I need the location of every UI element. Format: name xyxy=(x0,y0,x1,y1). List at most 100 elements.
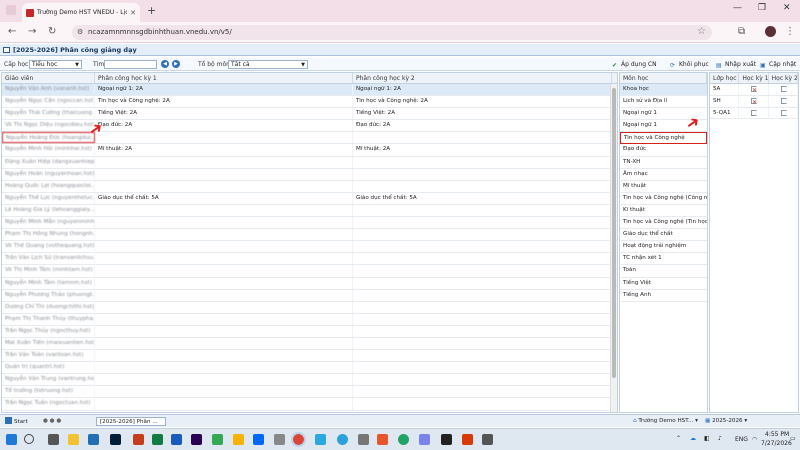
hk2-assignment-cell[interactable]: Giáo dục thể chất: 5A xyxy=(353,192,612,204)
table-row[interactable]: Võ Thế Quang (vothequang.hst) xyxy=(2,241,617,254)
table-row[interactable]: Mai Xuân Tiến (maixuantien.hst) xyxy=(2,337,617,351)
hk1-assignment-cell[interactable] xyxy=(95,374,353,386)
column-header-subject[interactable]: Môn học xyxy=(620,73,707,83)
search-input[interactable] xyxy=(104,60,157,69)
table-row[interactable]: Nguyễn Văn Trung (vantrung.hst) xyxy=(2,374,617,387)
hk2-assignment-cell[interactable] xyxy=(353,180,612,192)
hk1-assignment-cell[interactable]: Mĩ thuật: 2A xyxy=(95,144,353,156)
to-bo-mon-select[interactable]: Tất cả ▼ xyxy=(228,60,308,69)
subject-item[interactable]: Toán xyxy=(620,265,707,278)
table-row[interactable]: Lê Hoàng Gia Lý (lehoanggialy...) xyxy=(2,204,617,218)
browser-menu-icon[interactable]: ⋮ xyxy=(785,26,795,37)
apply-cn-button[interactable]: ✔ Áp dụng CN xyxy=(612,61,657,69)
browser-tab[interactable]: Trường Demo HST VNEDU - Lịc ✕ xyxy=(22,3,140,22)
class-row[interactable]: 5A xyxy=(710,84,798,96)
hk1-assignment-cell[interactable] xyxy=(95,350,353,362)
minimize-icon[interactable]: — xyxy=(733,3,742,13)
table-row[interactable]: Đặng Xuân Hiệp (dangxuanhiep...) xyxy=(2,156,617,169)
update-button[interactable]: ▣ Cập nhật xyxy=(760,61,796,69)
hk2-assignment-cell[interactable]: Tiếng Việt: 2A xyxy=(353,108,612,120)
column-header-class[interactable]: Lớp học xyxy=(710,73,740,83)
subject-item[interactable]: Mĩ thuật xyxy=(620,181,707,193)
subject-item[interactable]: TN-XH xyxy=(620,157,707,169)
hk1-assignment-cell[interactable] xyxy=(95,398,353,410)
new-tab-icon[interactable]: + xyxy=(147,4,156,17)
app-icon[interactable] xyxy=(441,434,452,445)
app-icon[interactable] xyxy=(358,434,369,445)
teacher-grid-scrollbar[interactable] xyxy=(610,84,617,412)
table-row[interactable]: Nguyễn Minh Mẫn (nguyenminh...) xyxy=(2,217,617,230)
column-header-hk1[interactable]: Phân công học kỳ 1 xyxy=(95,73,353,83)
onedrive-icon[interactable]: ☁ xyxy=(690,435,696,442)
store-icon[interactable] xyxy=(88,434,99,445)
hk1-assignment-cell[interactable] xyxy=(95,132,353,144)
active-window-button[interactable]: [2025-2026] Phân ... xyxy=(96,417,166,426)
subject-item[interactable]: Âm nhạc xyxy=(620,169,707,181)
class-row[interactable]: SH xyxy=(710,95,798,108)
hk1-assignment-cell[interactable] xyxy=(95,265,353,277)
photoshop-icon[interactable] xyxy=(110,434,121,445)
app-icon[interactable] xyxy=(419,434,430,445)
reload-icon[interactable]: ↻ xyxy=(48,26,56,37)
hk1-assignment-cell[interactable] xyxy=(95,325,353,337)
hk2-assignment-cell[interactable] xyxy=(353,241,612,253)
table-row[interactable]: Dương Chí Thi (duongchithi.hst) xyxy=(2,301,617,314)
hk2-assignment-cell[interactable] xyxy=(353,253,612,265)
telegram-icon[interactable] xyxy=(337,434,348,445)
hk2-assignment-cell[interactable] xyxy=(353,313,612,325)
hk1-checkbox[interactable] xyxy=(751,109,758,116)
table-row[interactable]: Nguyễn Hoàn (nguyenhoan.hst) xyxy=(2,168,617,181)
table-row[interactable]: Trần Văn Lịch Sử (tranvanlichsu...) xyxy=(2,253,617,266)
column-header-teacher[interactable]: Giáo viên xyxy=(2,73,95,83)
table-row[interactable]: Tổ trưởng (totruong.hst) xyxy=(2,386,617,399)
hk1-assignment-cell[interactable]: Giáo dục thể chất: 5A xyxy=(95,192,353,204)
hk1-assignment-cell[interactable] xyxy=(95,180,353,192)
hk1-assignment-cell[interactable] xyxy=(95,313,353,325)
excel-icon[interactable] xyxy=(152,434,163,445)
hk1-assignment-cell[interactable] xyxy=(95,217,353,229)
app-icon[interactable] xyxy=(482,434,493,445)
notification-icon[interactable]: ▭ xyxy=(790,435,796,442)
hk2-assignment-cell[interactable]: Tin học và Công nghệ: 2A xyxy=(353,96,612,108)
subject-item[interactable]: Khoa học xyxy=(620,84,707,97)
hk1-assignment-cell[interactable] xyxy=(95,253,353,265)
hk2-assignment-cell[interactable] xyxy=(353,362,612,374)
subject-item[interactable]: Lịch sử và Địa lí xyxy=(620,96,707,109)
column-header-class-hk1[interactable]: Học kỳ 1 xyxy=(739,73,769,83)
extensions-icon[interactable]: ⧉ xyxy=(738,26,745,37)
subject-item[interactable]: Giáo dục thể chất xyxy=(620,229,707,242)
hk2-assignment-cell[interactable]: Đạo đức: 2A xyxy=(353,120,612,132)
subject-item[interactable]: Hoạt động trải nghiệm xyxy=(620,241,707,254)
powerpoint-icon[interactable] xyxy=(133,434,144,445)
chrome-icon[interactable] xyxy=(291,432,306,447)
hk2-assignment-cell[interactable] xyxy=(353,374,612,386)
school-selector[interactable]: ⌂ Trường Demo HST... ▾ xyxy=(630,417,701,426)
tab-search-icon[interactable] xyxy=(6,5,16,15)
year-selector[interactable]: ▦ 2025-2026 ▾ xyxy=(702,417,750,426)
windows-start-icon[interactable] xyxy=(6,434,17,445)
hk2-assignment-cell[interactable] xyxy=(353,265,612,277)
table-row[interactable]: Trần Văn Toàn (vantoan.hst) xyxy=(2,350,617,363)
hk1-assignment-cell[interactable] xyxy=(95,168,353,180)
cap-hoc-select[interactable]: Tiểu học ▼ xyxy=(29,60,82,69)
profile-avatar[interactable] xyxy=(765,26,776,37)
subject-item[interactable]: TC nhận xét 1 xyxy=(620,253,707,266)
network-icon[interactable]: ◧ xyxy=(704,435,710,442)
subject-item[interactable]: Tin học và Công nghệ (Tin học) xyxy=(620,217,707,230)
import-export-button[interactable]: ▤ Nhập xuất xyxy=(716,61,756,69)
subject-item[interactable]: Tin học và Công nghệ (Công n... xyxy=(620,193,707,205)
tray-chevron-icon[interactable]: ⌃ xyxy=(676,435,681,442)
class-row[interactable]: 5-QA1 xyxy=(710,107,798,120)
hk2-assignment-cell[interactable] xyxy=(353,337,612,350)
app-icon[interactable] xyxy=(315,434,326,445)
file-explorer-icon[interactable] xyxy=(68,434,79,445)
restore-button[interactable]: ⟳ Khôi phục xyxy=(670,61,709,69)
table-row[interactable]: Trần Ngọc Thủy (ngocthuy.hst) xyxy=(2,325,617,338)
column-header-class-hk2[interactable]: Học kỳ 2 xyxy=(769,73,798,83)
table-row[interactable]: Nguyễn Minh Tâm (tamnm.hst) xyxy=(2,277,617,290)
hk2-assignment-cell[interactable] xyxy=(353,168,612,180)
hk2-assignment-cell[interactable] xyxy=(353,204,612,217)
forward-icon[interactable]: → xyxy=(28,26,36,37)
hk1-checkbox[interactable] xyxy=(751,97,757,108)
table-row[interactable]: Phạm Thị Thanh Thủy (thuypha...) xyxy=(2,313,617,326)
